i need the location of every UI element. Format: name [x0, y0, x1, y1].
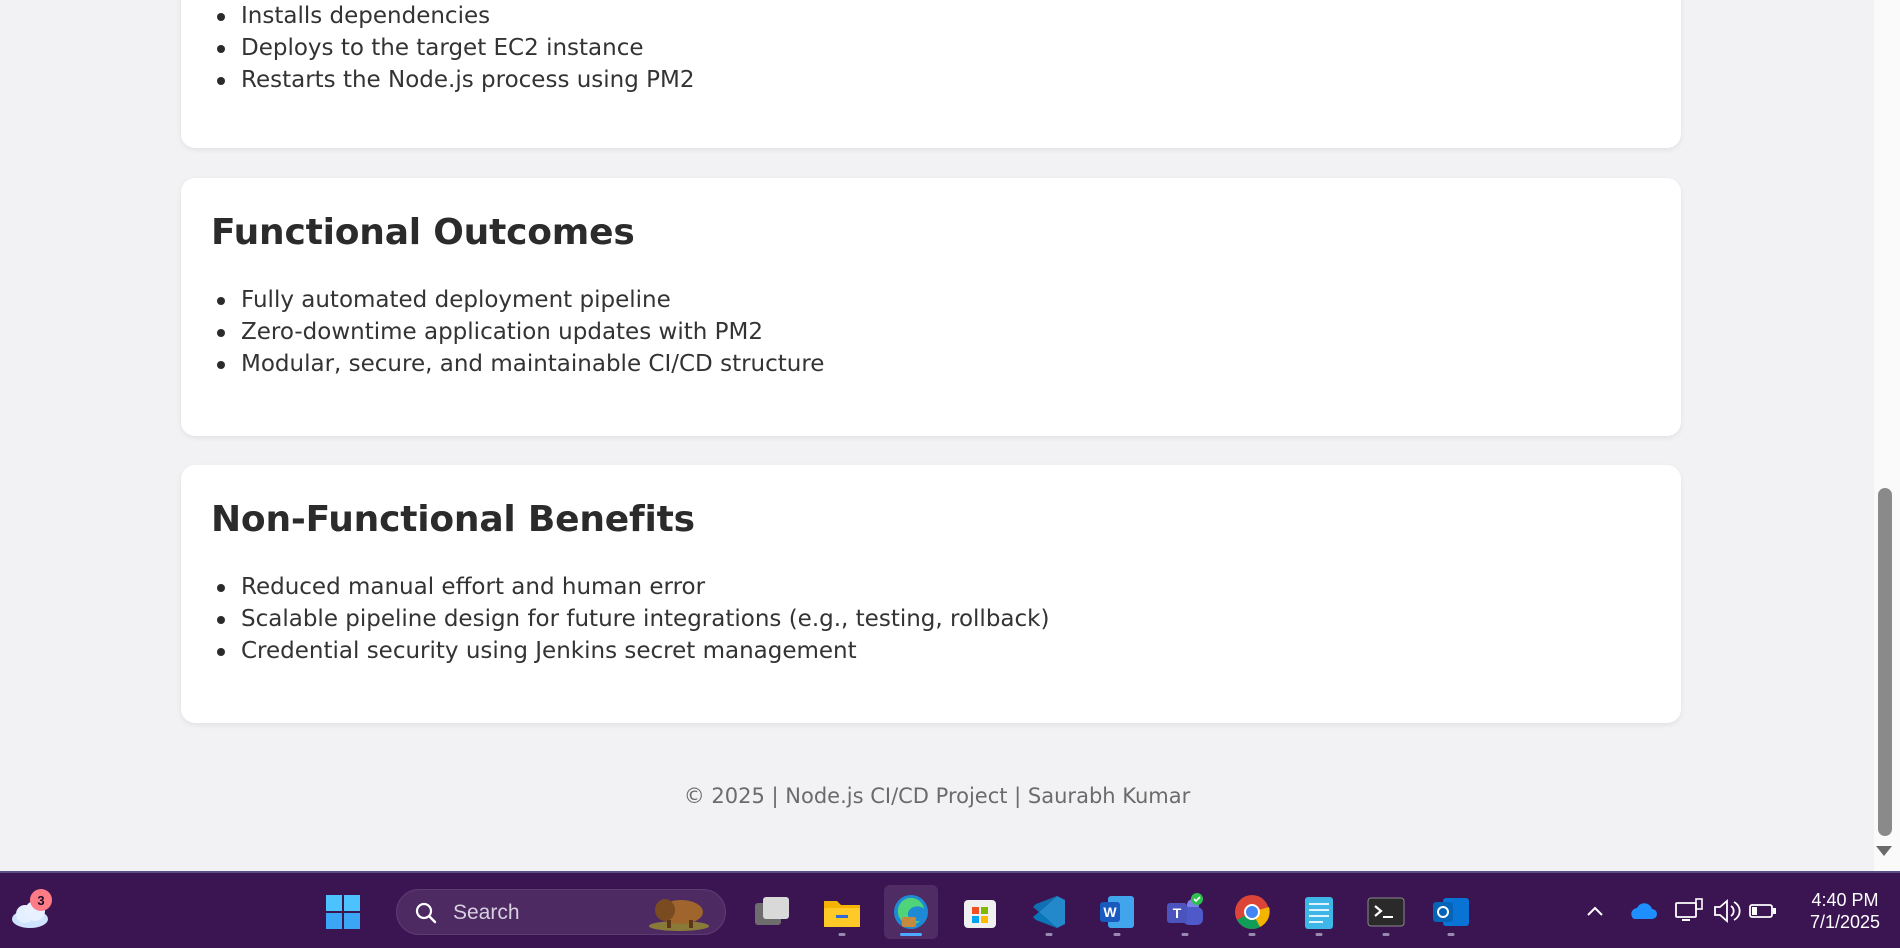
running-indicator	[1315, 933, 1323, 936]
terminal-icon	[1367, 897, 1405, 927]
word-icon: W	[1100, 896, 1134, 928]
taskbar: 3 Search W T 4:40 PM 7/1/2025	[0, 873, 1900, 948]
list-item: Installs dependencies	[211, 0, 695, 32]
browser-viewport: Installs dependencies Deploys to the tar…	[0, 0, 1900, 871]
microsoft-store-icon	[964, 900, 996, 928]
non-functional-benefits-list: Reduced manual effort and human error Sc…	[211, 571, 1049, 667]
windows-start-icon	[326, 895, 360, 929]
functional-outcomes-card: Functional Outcomes Fully automated depl…	[181, 178, 1681, 436]
list-item: Credential security using Jenkins secret…	[211, 635, 1049, 667]
deployment-steps-list: Installs dependencies Deploys to the tar…	[211, 0, 695, 96]
running-indicator	[1447, 933, 1455, 936]
search-icon	[415, 902, 437, 924]
running-indicator	[838, 933, 846, 936]
task-view-icon	[755, 897, 789, 925]
onedrive-icon[interactable]	[1628, 897, 1658, 925]
taskbar-terminal[interactable]	[1359, 885, 1413, 939]
running-indicator	[1248, 933, 1256, 936]
list-item: Reduced manual effort and human error	[211, 571, 1049, 603]
taskbar-search-box[interactable]: Search	[396, 889, 726, 935]
taskbar-clock[interactable]: 4:40 PM 7/1/2025	[1790, 889, 1900, 933]
taskbar-word[interactable]: W	[1090, 885, 1144, 939]
taskbar-teams[interactable]: T	[1158, 885, 1212, 939]
taskbar-vscode[interactable]	[1022, 885, 1076, 939]
notification-badge: 3	[30, 889, 52, 911]
taskbar-edge[interactable]	[884, 885, 938, 939]
taskbar-notepad[interactable]	[1292, 885, 1346, 939]
list-item: Zero-downtime application updates with P…	[211, 316, 824, 348]
network-icon[interactable]	[1674, 897, 1704, 925]
list-item: Modular, secure, and maintainable CI/CD …	[211, 348, 824, 380]
scroll-down-arrow-icon[interactable]	[1876, 846, 1892, 856]
running-indicator	[1382, 933, 1390, 936]
teams-icon: T	[1167, 893, 1203, 925]
search-placeholder: Search	[453, 901, 520, 924]
running-indicator	[1045, 933, 1053, 936]
svg-text:T: T	[1173, 905, 1182, 921]
start-button[interactable]	[316, 885, 370, 939]
scrollbar-thumb[interactable]	[1878, 488, 1892, 836]
list-item: Scalable pipeline design for future inte…	[211, 603, 1049, 635]
svg-text:W: W	[1103, 904, 1117, 920]
outlook-icon	[1433, 898, 1469, 926]
taskbar-outlook[interactable]	[1424, 885, 1478, 939]
taskbar-task-view[interactable]	[745, 885, 799, 939]
list-item: Restarts the Node.js process using PM2	[211, 64, 695, 96]
notepad-icon	[1305, 897, 1333, 929]
folder-icon	[824, 901, 860, 927]
page-footer: © 2025 | Node.js CI/CD Project | Saurabh…	[683, 784, 1191, 808]
edge-browser-icon	[894, 895, 928, 929]
volume-icon[interactable]	[1712, 897, 1742, 925]
deployment-steps-card: Installs dependencies Deploys to the tar…	[181, 0, 1681, 148]
bison-illustration-icon	[649, 899, 709, 931]
clock-time: 4:40 PM	[1811, 890, 1879, 910]
clock-date: 7/1/2025	[1809, 912, 1881, 932]
vscode-icon	[1033, 896, 1065, 928]
section-title: Functional Outcomes	[211, 212, 635, 253]
taskbar-file-explorer[interactable]	[815, 885, 869, 939]
list-item: Fully automated deployment pipeline	[211, 284, 824, 316]
taskbar-microsoft-store[interactable]	[953, 885, 1007, 939]
running-indicator	[1113, 933, 1121, 936]
running-indicator	[1181, 933, 1189, 936]
chrome-icon	[1235, 895, 1270, 929]
non-functional-benefits-card: Non-Functional Benefits Reduced manual e…	[181, 465, 1681, 723]
list-item: Deploys to the target EC2 instance	[211, 32, 695, 64]
running-indicator	[900, 933, 922, 936]
section-title: Non-Functional Benefits	[211, 499, 695, 540]
functional-outcomes-list: Fully automated deployment pipeline Zero…	[211, 284, 824, 380]
taskbar-chrome[interactable]	[1225, 885, 1279, 939]
battery-icon[interactable]	[1748, 897, 1778, 925]
show-hidden-icons-chevron-icon[interactable]	[1584, 901, 1606, 923]
